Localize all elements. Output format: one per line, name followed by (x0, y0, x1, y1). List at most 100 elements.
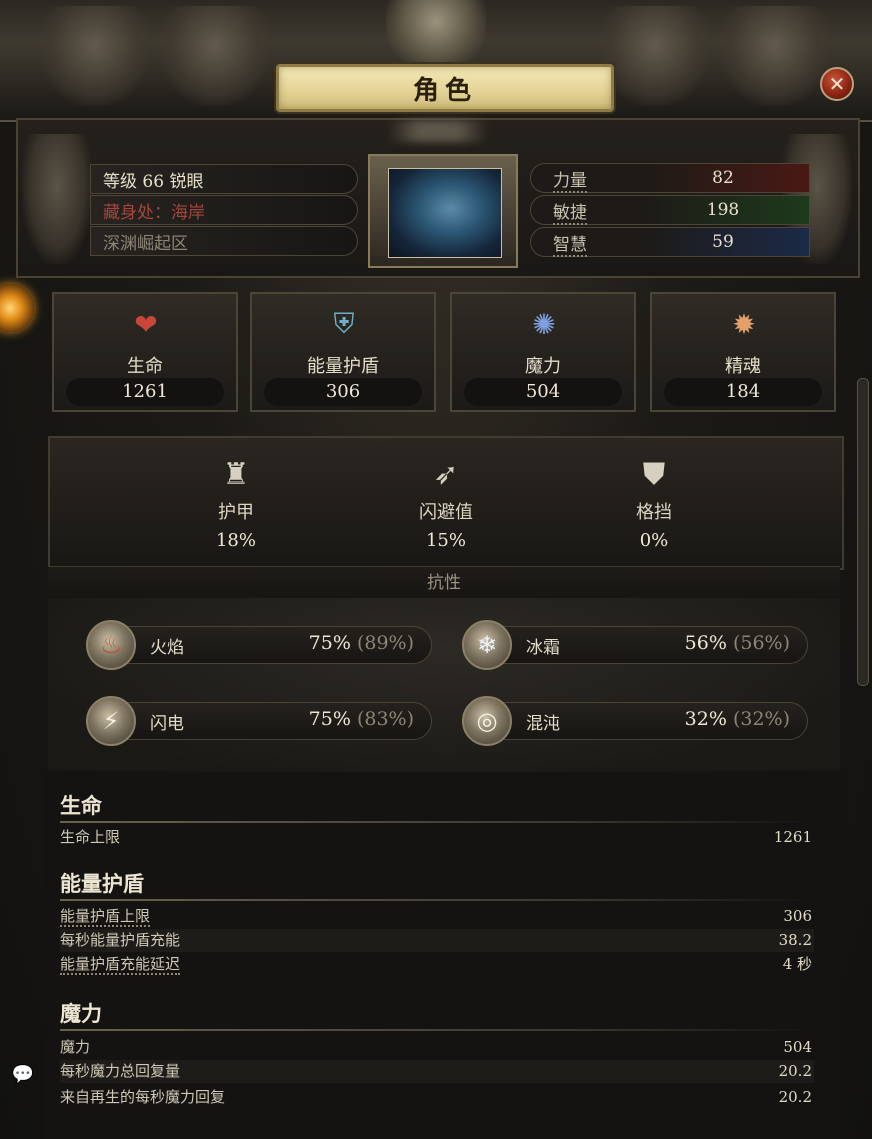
shield-crest-icon: ⛨ (333, 307, 355, 340)
stat-card-label: 魔力 (525, 356, 561, 377)
stat-card-value: 504 (464, 378, 622, 406)
resistance-label: 混沌 (526, 714, 560, 734)
defence-panel: ♜ 护甲 18% ➶ 闪避值 15% ⛊ 格挡 0% (48, 436, 844, 570)
stat-card-energy-shield[interactable]: ⛨ 能量护盾 306 (250, 292, 436, 412)
zone-text: 深渊崛起区 (103, 233, 188, 254)
close-icon: ✕ (828, 72, 846, 96)
stat-card-life[interactable]: ❤ 生命 1261 (52, 292, 238, 412)
attribute-strength-value: 82 (712, 168, 734, 188)
resistance-fire[interactable]: ♨ 火焰 75% (89%) (86, 620, 432, 670)
resistance-value: 75% (308, 632, 351, 654)
mana-orb-icon: ✺ (532, 307, 556, 341)
armour-icon: ♜ (222, 456, 250, 492)
resistance-value: 75% (308, 708, 351, 730)
detail-row-es-recharge[interactable]: 每秒能量护盾充能 38.2 (60, 929, 814, 952)
section-divider (60, 821, 814, 823)
attribute-dexterity[interactable]: 敏捷 198 (530, 195, 810, 225)
snowflake-icon: ❄ (462, 620, 512, 670)
resistance-max: (83%) (356, 708, 414, 730)
detail-label: 魔力 (60, 1038, 91, 1056)
detail-label: 每秒魔力总回复量 (60, 1062, 181, 1080)
attribute-dexterity-label: 敏捷 (553, 202, 587, 225)
defence-label: 闪避值 (419, 502, 473, 523)
stat-card-label: 生命 (127, 356, 163, 377)
spirit-orb-icon: ✹ (732, 307, 756, 341)
zone-pill: 深渊崛起区 (90, 226, 358, 256)
window-title: 角色 (412, 75, 477, 106)
stat-card-value: 184 (664, 378, 822, 406)
stat-card-value: 1261 (66, 378, 224, 406)
level-class-pill: 等级 66 锐眼 (90, 164, 358, 194)
statue-left-figure (160, 6, 270, 106)
defence-value: 0% (639, 530, 669, 551)
defence-value: 15% (425, 530, 466, 551)
resistance-value: 32% (684, 708, 727, 730)
hideout-text: 藏身处：海岸 (103, 202, 205, 223)
defence-armour[interactable]: ♜ 护甲 18% (146, 442, 326, 560)
attribute-intelligence-value: 59 (712, 232, 734, 252)
detail-value: 1261 (773, 828, 812, 846)
resistance-label: 闪电 (150, 714, 184, 734)
resistance-chaos[interactable]: ◎ 混沌 32% (32%) (462, 696, 808, 746)
fire-icon: ♨ (86, 620, 136, 670)
detail-value: 306 (783, 907, 812, 925)
close-button[interactable]: ✕ (820, 67, 854, 101)
stat-card-value: 306 (264, 378, 422, 406)
stat-card-spirit[interactable]: ✹ 精魂 184 (650, 292, 836, 412)
detail-row-mana-regen-total[interactable]: 每秒魔力总回复量 20.2 (60, 1060, 814, 1083)
detail-label: 来自再生的每秒魔力回复 (60, 1088, 226, 1106)
detail-value: 4 秒 (782, 955, 812, 973)
resistance-lightning[interactable]: ⚡ 闪电 75% (83%) (86, 696, 432, 746)
defence-evasion[interactable]: ➶ 闪避值 15% (356, 442, 536, 560)
detail-value: 20.2 (778, 1088, 812, 1106)
resistance-value: 56% (684, 632, 727, 654)
detail-row-mana-regen[interactable]: 来自再生的每秒魔力回复 20.2 (60, 1086, 814, 1109)
character-name-redacted (388, 120, 488, 142)
detail-row-max-life[interactable]: 生命上限 1261 (60, 826, 814, 849)
stat-card-label: 精魂 (725, 356, 761, 377)
resistances-panel: ♨ 火焰 75% (89%) ❄ 冰霜 56% (56%) ⚡ 闪电 75% (… (48, 598, 840, 770)
resistance-cold[interactable]: ❄ 冰霜 56% (56%) (462, 620, 808, 670)
stat-card-mana[interactable]: ✺ 魔力 504 (450, 292, 636, 412)
stat-card-label: 能量护盾 (307, 356, 379, 377)
detail-row-es-delay[interactable]: 能量护盾充能延迟 4 秒 (60, 953, 814, 976)
detail-row-max-es[interactable]: 能量护盾上限 306 (60, 905, 814, 928)
statue-right-figure (600, 6, 710, 106)
detail-value: 20.2 (778, 1062, 812, 1080)
evasion-icon: ➶ (433, 456, 459, 492)
resistance-max: (89%) (356, 632, 414, 654)
detail-label: 每秒能量护盾充能 (60, 931, 181, 949)
detail-label: 生命上限 (60, 828, 121, 846)
hideout-pill[interactable]: 藏身处：海岸 (90, 195, 358, 225)
griffin-statue-right (720, 6, 830, 106)
stat-details-list[interactable]: 生命 生命上限 1261 能量护盾 能量护盾上限 306 每秒能量护盾充能 38… (44, 772, 842, 1139)
defence-label: 护甲 (218, 502, 254, 523)
resistance-label: 冰霜 (526, 638, 560, 658)
heart-icon: ❤ (134, 307, 158, 341)
scrollbar[interactable] (857, 378, 869, 686)
attribute-dexterity-value: 198 (706, 200, 740, 220)
attribute-intelligence[interactable]: 智慧 59 (530, 227, 810, 257)
section-divider (60, 1029, 814, 1031)
resistances-heading: 抗性 (48, 566, 840, 599)
section-title-mana: 魔力 (60, 1001, 102, 1026)
character-panel: 角色 ✕ 等级 66 锐眼 藏身处：海岸 深渊崛起区 力量 82 敏捷 198 … (0, 0, 872, 1139)
attribute-strength[interactable]: 力量 82 (530, 163, 810, 193)
statue-portrait-left (22, 134, 92, 264)
resistance-max: (56%) (732, 632, 790, 654)
defence-value: 18% (215, 530, 256, 551)
detail-row-mana[interactable]: 魔力 504 (60, 1036, 814, 1059)
hooded-figure-ornament (386, 0, 486, 72)
detail-value: 38.2 (778, 931, 812, 949)
chat-bubble-icon[interactable]: 💬 (12, 1064, 34, 1085)
window-title-plate: 角色 (276, 64, 614, 112)
section-title-energy-shield: 能量护盾 (60, 871, 144, 896)
character-portrait (388, 168, 502, 258)
block-shield-icon: ⛊ (642, 456, 666, 492)
side-orb-icon[interactable] (0, 284, 34, 332)
detail-label: 能量护盾充能延迟 (60, 955, 181, 975)
resistance-max: (32%) (732, 708, 790, 730)
level-class-text: 等级 66 锐眼 (103, 171, 204, 192)
defence-block[interactable]: ⛊ 格挡 0% (564, 442, 744, 560)
attribute-strength-label: 力量 (553, 170, 587, 193)
